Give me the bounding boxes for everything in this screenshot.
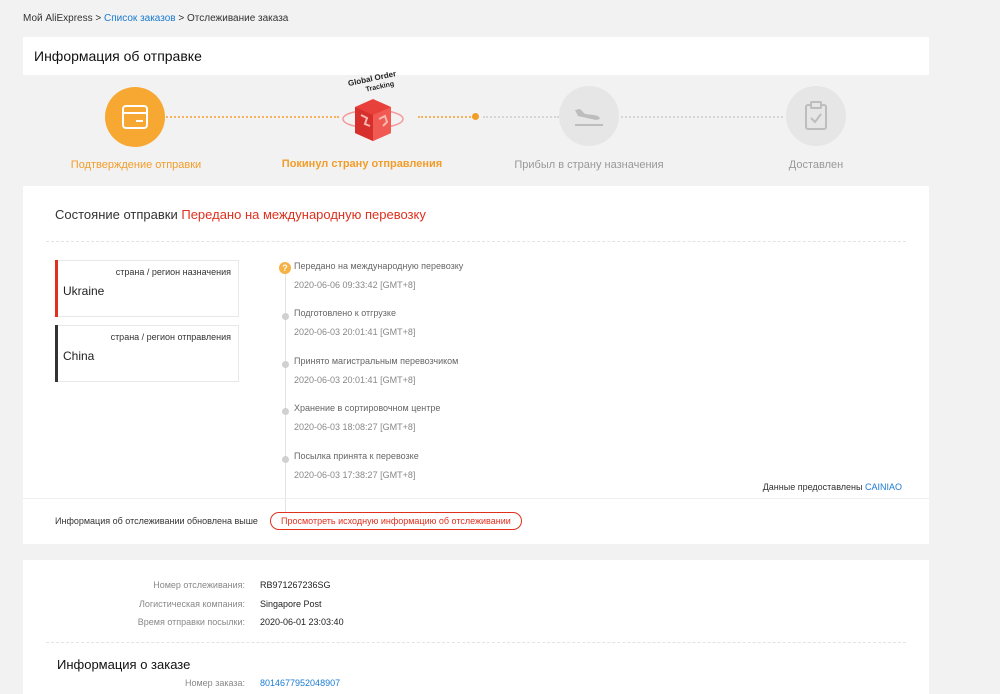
- destination-label: страна / регион назначения: [115, 267, 231, 277]
- shipping-info-title: Информация об отправке: [34, 48, 202, 64]
- step-label-arrived: Прибыл в страну назначения: [514, 159, 664, 171]
- event-title: Передано на международную перевозку: [294, 261, 464, 271]
- breadcrumb-separator: >: [178, 13, 185, 24]
- destination-accent-bar: [55, 260, 58, 317]
- global-box-icon: Global Order Tracking: [333, 69, 413, 151]
- provider-prefix: Данные предоставлены: [762, 482, 863, 492]
- divider: [23, 498, 929, 499]
- event-title: Принято магистральным перевозчиком: [294, 356, 459, 366]
- order-details-card: Номер отслеживания: RB971267236SG Логист…: [23, 560, 929, 694]
- event-dot: [282, 408, 289, 415]
- progress-connector: [483, 116, 559, 118]
- clipboard-check-icon: [786, 86, 846, 146]
- tracking-number: RB971267236SG: [260, 580, 331, 590]
- event-time: 2020-06-03 20:01:41 [GMT+8]: [294, 327, 416, 337]
- status-label: Состояние отправки: [55, 207, 178, 222]
- divider: [46, 241, 906, 242]
- provider-name-link[interactable]: CAINIAO: [865, 482, 902, 492]
- progress-current-dot: [472, 113, 479, 120]
- detail-row: Логистическая компания: Singapore Post: [23, 599, 929, 611]
- event-dot: [282, 313, 289, 320]
- progress-connector: [418, 116, 474, 118]
- event-title: Хранение в сортировочном центре: [294, 403, 441, 413]
- shipping-info-card: Информация об отправке Подтверждение отп…: [23, 37, 929, 544]
- status-value: Передано на международную перевозку: [181, 207, 426, 222]
- breadcrumb: Мой AliExpress > Список заказов > Отслеж…: [23, 13, 288, 24]
- data-provider: Данные предоставлены CAINIAO: [763, 482, 902, 492]
- detail-row: Номер отслеживания: RB971267236SG: [23, 580, 929, 592]
- order-number-link[interactable]: 8014677952048907: [260, 678, 340, 688]
- detail-key: Время отправки посылки:: [137, 617, 245, 627]
- package-icon: [105, 87, 165, 147]
- destination-region-box: страна / регион назначения Ukraine: [55, 260, 239, 317]
- event-time: 2020-06-03 18:08:27 [GMT+8]: [294, 422, 416, 432]
- detail-key: Логистическая компания:: [138, 599, 245, 609]
- plane-landing-icon: [559, 86, 619, 146]
- view-original-tracking-button[interactable]: Просмотреть исходную информацию об отсле…: [270, 512, 522, 530]
- detail-key: Номер заказа:: [184, 678, 245, 688]
- shipment-status: Состояние отправки Передано на междунаро…: [55, 207, 426, 222]
- origin-region-box: страна / регион отправления China: [55, 325, 239, 382]
- breadcrumb-orders-link[interactable]: Список заказов: [104, 13, 176, 24]
- origin-accent-bar: [55, 325, 58, 382]
- progress-connector: [163, 116, 339, 118]
- event-time: 2020-06-03 20:01:41 [GMT+8]: [294, 375, 416, 385]
- origin-label: страна / регион отправления: [110, 332, 231, 342]
- event-time: 2020-06-03 17:38:27 [GMT+8]: [294, 470, 416, 480]
- event-dot: [282, 361, 289, 368]
- event-time: 2020-06-06 09:33:42 [GMT+8]: [294, 280, 416, 290]
- event-title: Подготовлено к отгрузке: [294, 308, 396, 318]
- breadcrumb-current: Отслеживание заказа: [187, 13, 289, 24]
- timeline-line: [285, 267, 286, 513]
- tracking-updated-text: Информация об отслеживании обновлена выш…: [55, 516, 258, 526]
- step-label-left-origin: Покинул страну отправления: [281, 158, 443, 170]
- shipping-progress: Подтверждение отправки Global Order Trac…: [23, 69, 929, 186]
- breadcrumb-home[interactable]: Мой AliExpress: [23, 13, 93, 24]
- detail-row: Время отправки посылки: 2020-06-01 23:03…: [23, 617, 929, 629]
- destination-country: Ukraine: [63, 284, 105, 298]
- divider: [46, 642, 906, 643]
- breadcrumb-separator: >: [95, 13, 102, 24]
- ship-time: 2020-06-01 23:03:40: [260, 617, 344, 627]
- order-info-title: Информация о заказе: [57, 657, 191, 672]
- logistics-company: Singapore Post: [260, 599, 322, 609]
- step-label-delivered: Доставлен: [788, 159, 844, 171]
- origin-country: China: [63, 349, 95, 363]
- detail-row: Номер заказа: 8014677952048907: [23, 678, 929, 690]
- detail-key: Номер отслеживания:: [153, 580, 245, 590]
- progress-connector: [621, 116, 783, 118]
- info-marker-icon: ?: [279, 262, 291, 274]
- step-label-confirmed: Подтверждение отправки: [70, 159, 202, 171]
- event-title: Посылка принята к перевозке: [294, 451, 419, 461]
- event-dot: [282, 456, 289, 463]
